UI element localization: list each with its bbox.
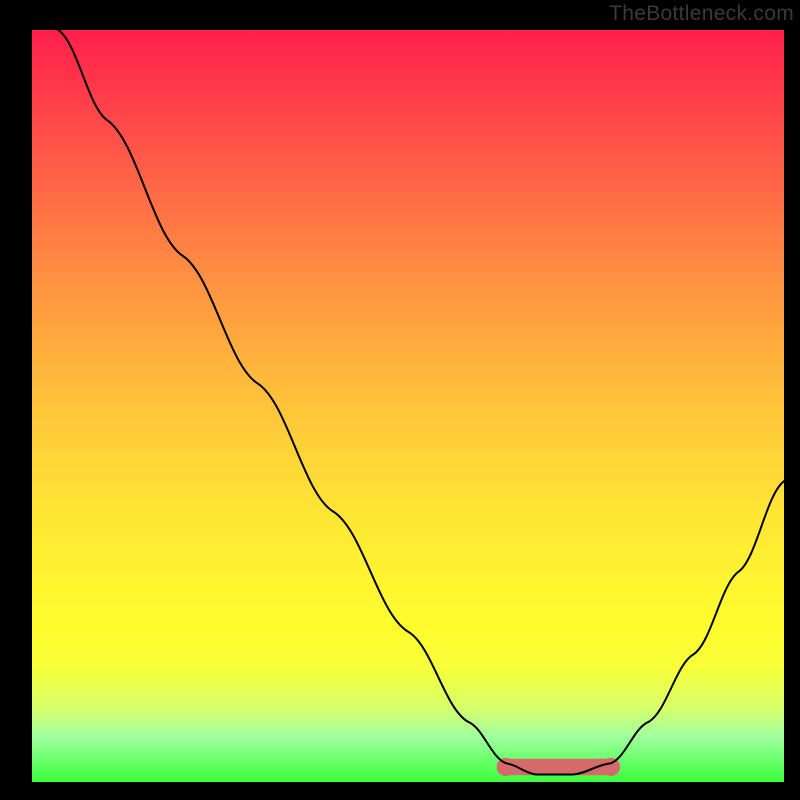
band-endpoint-left <box>497 758 515 776</box>
plot-area <box>32 30 784 782</box>
band-endpoint-right <box>602 758 620 776</box>
bottleneck-chart: TheBottleneck.com <box>0 0 800 800</box>
bottleneck-curve <box>58 30 784 774</box>
watermark-text: TheBottleneck.com <box>609 2 794 26</box>
curve-layer <box>32 30 784 782</box>
